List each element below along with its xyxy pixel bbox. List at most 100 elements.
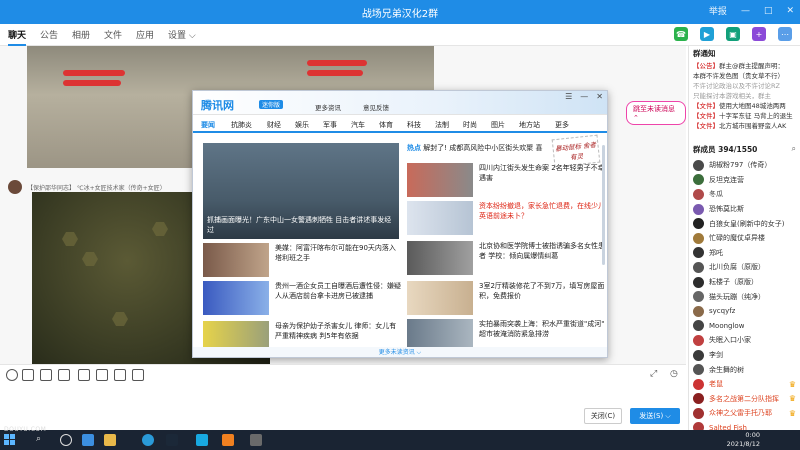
avatar[interactable] bbox=[693, 334, 704, 346]
avatar[interactable] bbox=[693, 305, 704, 317]
more-unread-news-link[interactable]: 更多未读资讯 ⌵ bbox=[193, 347, 607, 357]
tab-chat[interactable]: 聊天 bbox=[8, 28, 27, 46]
close-button[interactable]: 关闭(C) bbox=[584, 408, 622, 424]
nav-item[interactable]: 娱乐 bbox=[295, 120, 309, 130]
notice-item[interactable]: 【文件】北方城市围着野蛮人AK bbox=[689, 121, 800, 131]
nav-item[interactable]: 地方站 bbox=[519, 120, 540, 130]
member-item[interactable]: 忙碌的魔仗卓异楼 bbox=[689, 231, 800, 246]
avatar[interactable] bbox=[8, 180, 22, 194]
voice-icon[interactable] bbox=[114, 369, 126, 381]
tab-files[interactable]: 文件 bbox=[104, 28, 122, 41]
avatar[interactable] bbox=[693, 291, 704, 303]
member-item[interactable]: sycqyfz bbox=[689, 304, 800, 319]
avatar[interactable] bbox=[693, 232, 704, 244]
more-apps-icon[interactable]: ⋯ bbox=[778, 27, 792, 41]
avatar[interactable] bbox=[693, 188, 704, 200]
image-icon[interactable] bbox=[78, 369, 90, 381]
tab-announcement[interactable]: 公告 bbox=[40, 28, 58, 41]
avatar[interactable] bbox=[693, 203, 704, 215]
nav-item[interactable]: 军事 bbox=[323, 120, 337, 130]
nav-item[interactable]: 科技 bbox=[407, 120, 421, 130]
menu-icon[interactable]: ☰ bbox=[565, 92, 572, 101]
history-icon[interactable]: ◷ bbox=[670, 369, 678, 379]
invite-icon[interactable]: + bbox=[752, 27, 766, 41]
member-item[interactable]: 郑吒 bbox=[689, 246, 800, 261]
notice-item[interactable]: 只能探讨本游戏相关，群主 bbox=[689, 91, 800, 101]
steam-icon[interactable] bbox=[166, 434, 178, 446]
app-icon[interactable] bbox=[222, 434, 234, 446]
jump-to-unread-button[interactable]: 跳至未读消息 ⌃ bbox=[626, 101, 686, 125]
member-item[interactable]: 失眠入口小家 bbox=[689, 333, 800, 348]
emoji-icon[interactable] bbox=[6, 369, 18, 381]
avatar[interactable] bbox=[693, 159, 704, 171]
member-item[interactable]: 老鼠 ♛ bbox=[689, 377, 800, 392]
popup-scrollbar[interactable] bbox=[602, 145, 605, 265]
more-icon[interactable] bbox=[132, 369, 144, 381]
tab-settings[interactable]: 设置 ⌵ bbox=[168, 28, 196, 41]
member-item[interactable]: 北川负腐（原版） bbox=[689, 260, 800, 275]
avatar[interactable] bbox=[693, 174, 704, 186]
member-item[interactable]: 猫头玩蹦（纯净） bbox=[689, 289, 800, 304]
member-item[interactable]: 耘楼子（原版） bbox=[689, 275, 800, 290]
member-item[interactable]: 多名之战第二分队指挥 ♛ bbox=[689, 392, 800, 407]
message-input[interactable] bbox=[0, 384, 686, 430]
avatar[interactable] bbox=[693, 349, 704, 361]
avatar[interactable] bbox=[693, 276, 704, 288]
edge-browser-icon[interactable] bbox=[142, 434, 154, 446]
close-icon[interactable]: ✕ bbox=[786, 6, 794, 16]
notice-item[interactable]: 【文件】使用大地图48城池两两 bbox=[689, 101, 800, 111]
search-icon[interactable]: ⌕ bbox=[36, 434, 41, 444]
tab-album[interactable]: 相册 bbox=[72, 28, 90, 41]
member-item[interactable]: 余生舞的树 bbox=[689, 362, 800, 377]
avatar[interactable] bbox=[693, 320, 704, 332]
member-item[interactable]: 众神之父雷手托乃耶 ♛ bbox=[689, 406, 800, 421]
member-item[interactable]: Moonglow bbox=[689, 319, 800, 334]
nav-item[interactable]: 汽车 bbox=[351, 120, 365, 130]
nav-item[interactable]: 体育 bbox=[379, 120, 393, 130]
gif-icon[interactable] bbox=[22, 369, 34, 381]
desktop-icon[interactable] bbox=[82, 434, 94, 446]
member-item[interactable]: 冬瓜 bbox=[689, 187, 800, 202]
maximize-icon[interactable]: □ bbox=[764, 6, 773, 16]
avatar[interactable] bbox=[693, 393, 704, 405]
screen-share-icon[interactable]: ▣ bbox=[726, 27, 740, 41]
video-call-icon[interactable]: ▶ bbox=[700, 27, 714, 41]
member-item[interactable]: 白狼女皇(刷新中的女子) bbox=[689, 216, 800, 231]
more-news-link[interactable]: 更多资讯 bbox=[315, 102, 341, 112]
task-view-icon[interactable] bbox=[60, 434, 72, 446]
nav-item[interactable]: 抗肺炎 bbox=[231, 120, 252, 130]
flash-news[interactable]: 热点 解封了! 成都高风险中小区街头欢聚 喜 bbox=[407, 143, 543, 153]
member-item[interactable]: 恐怖莫比斯 bbox=[689, 202, 800, 217]
nav-item[interactable]: 更多 bbox=[555, 120, 569, 130]
search-icon[interactable]: ⌕ bbox=[792, 144, 796, 154]
member-item[interactable]: 反坦克连营 bbox=[689, 173, 800, 188]
minimize-icon[interactable]: — bbox=[741, 6, 750, 16]
nav-item[interactable]: 图片 bbox=[491, 120, 505, 130]
feedback-link[interactable]: 意见反馈 bbox=[363, 102, 389, 112]
game-icon[interactable] bbox=[250, 434, 262, 446]
member-list[interactable]: 胡椒粉797（传奇） 反坦克连营 冬瓜 恐怖莫比斯 白狼女皇(刷新中的女子) 忙碌的魔仗卓… bbox=[689, 158, 800, 450]
phone-icon[interactable]: ☎ bbox=[674, 27, 688, 41]
notice-item[interactable]: 本群不许发色图（贵女草不行） bbox=[689, 71, 800, 81]
notice-item[interactable]: 不许讨论政治以及不许讨论RZ bbox=[689, 81, 800, 91]
minimize-icon[interactable]: — bbox=[580, 92, 588, 101]
folder-icon[interactable] bbox=[58, 369, 70, 381]
avatar[interactable] bbox=[693, 218, 704, 230]
headline-caption[interactable]: 抓捕画面曝光！广东中山一女警遇刺牺牲 目击者讲述事发经过 bbox=[203, 215, 399, 235]
music-icon[interactable] bbox=[96, 369, 108, 381]
expand-icon[interactable]: ⤢ bbox=[650, 369, 657, 379]
notice-item[interactable]: 【公告】群主@群主提醒声明： bbox=[689, 61, 800, 71]
nav-item[interactable]: 时尚 bbox=[463, 120, 477, 130]
avatar[interactable] bbox=[693, 261, 704, 273]
avatar[interactable] bbox=[693, 247, 704, 259]
file-explorer-icon[interactable] bbox=[104, 434, 116, 446]
report-button[interactable]: 举报 bbox=[709, 4, 727, 17]
avatar[interactable] bbox=[693, 364, 704, 376]
send-button[interactable]: 发送(S) ⌵ bbox=[630, 408, 680, 424]
member-item[interactable]: 李剑 bbox=[689, 348, 800, 363]
nav-item[interactable]: 要闻 bbox=[201, 120, 215, 130]
nav-item[interactable]: 财经 bbox=[267, 120, 281, 130]
windows-start-icon[interactable] bbox=[4, 434, 16, 446]
avatar[interactable] bbox=[693, 407, 704, 419]
qq-icon[interactable] bbox=[196, 434, 208, 446]
